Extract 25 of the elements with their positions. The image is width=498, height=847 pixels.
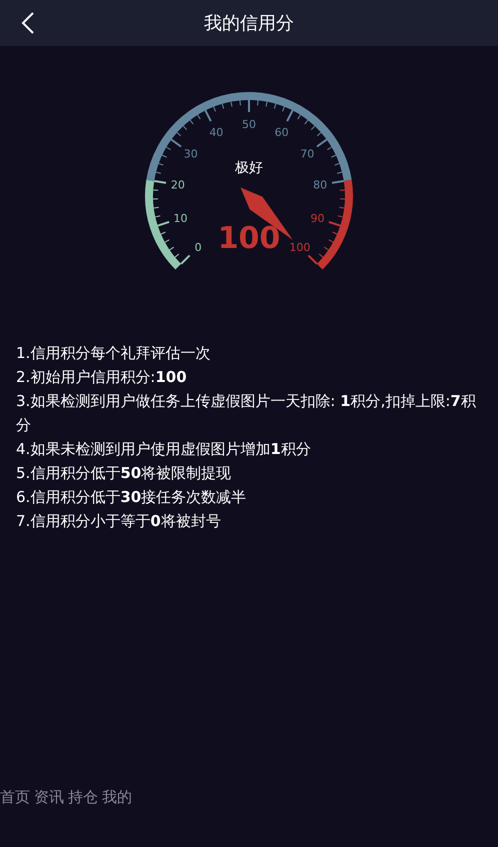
gauge-tick-label: 10 [174,212,188,226]
rule-text: 6.信用积分低于30接任务次数减半 [16,487,248,508]
rule-text: 2.初始用户信用积分:100 [16,367,188,388]
gauge-tick-label: 80 [313,178,328,192]
rule-text: 1.信用积分每个礼拜评估一次 [16,343,212,364]
rule-text: 4.如果未检测到用户使用虚假图片增加1积分 [16,439,312,460]
page-title: 我的信用分 [204,12,294,35]
rule-text: 3.如果检测到用户做任务上传虚假图片一天扣除: 1积分,扣掉上限:7积分 [16,391,476,436]
gauge-tick-label: 20 [170,178,185,192]
nav-link[interactable]: 持仓 [68,788,98,807]
rule-text: 7.信用积分小于等于0将被封号 [16,511,222,532]
gauge-tick-label: 40 [209,126,224,139]
gauge-tick-label: 90 [310,212,324,226]
nav-link[interactable]: 首页 [0,788,30,807]
gauge-tick-label: 70 [300,148,314,161]
gauge-value: 100 [218,221,280,256]
gauge-tick-label: 30 [184,148,198,161]
gauge-tick-label: 60 [274,126,289,139]
gauge-tick-label: 50 [242,118,256,131]
rule-text: 5.信用积分低于50将被限制提现 [16,463,232,484]
gauge-tick-label: 100 [289,240,310,254]
nav-link[interactable]: 资讯 [34,788,64,807]
nav-link[interactable]: 我的 [102,788,132,807]
gauge-label: 极好 [235,160,263,176]
gauge-tick-label: 0 [194,240,202,254]
